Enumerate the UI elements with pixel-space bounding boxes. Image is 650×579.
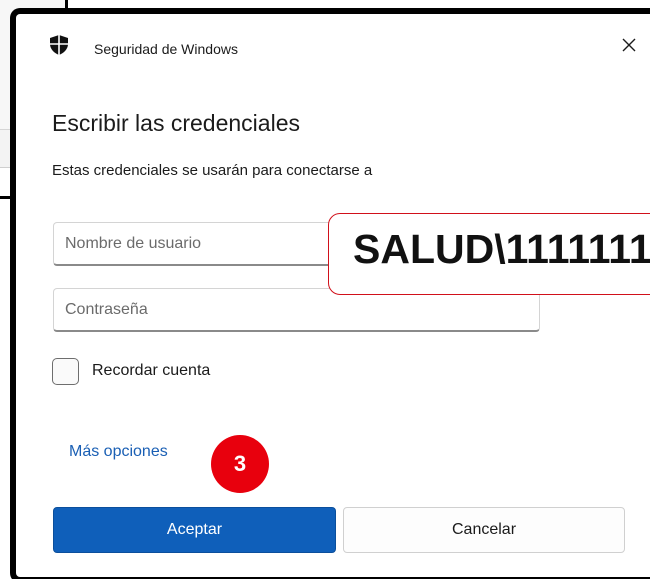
cancel-button[interactable]: Cancelar bbox=[343, 507, 625, 553]
dialog-heading: Escribir las credenciales bbox=[52, 110, 300, 136]
remember-account[interactable]: Recordar cuenta bbox=[52, 356, 210, 386]
title-bar: Seguridad de Windows bbox=[16, 14, 650, 84]
screen: Seguridad de Windows Escribir las creden… bbox=[0, 0, 650, 579]
more-options-link[interactable]: Más opciones bbox=[69, 443, 168, 461]
callout-text: SALUD\1111111 bbox=[353, 226, 650, 272]
step-badge: 3 bbox=[211, 435, 269, 493]
close-button[interactable] bbox=[614, 30, 644, 60]
accept-button[interactable]: Aceptar bbox=[53, 507, 336, 553]
username-callout: SALUD\1111111 bbox=[328, 213, 650, 295]
shield-icon bbox=[50, 35, 68, 55]
close-icon bbox=[622, 38, 636, 52]
credentials-dialog: Seguridad de Windows Escribir las creden… bbox=[10, 8, 650, 579]
remember-label: Recordar cuenta bbox=[92, 362, 211, 379]
remember-checkbox[interactable] bbox=[52, 357, 79, 385]
dialog-subtitle: Estas credenciales se usarán para conect… bbox=[52, 162, 373, 179]
app-title: Seguridad de Windows bbox=[94, 41, 238, 57]
